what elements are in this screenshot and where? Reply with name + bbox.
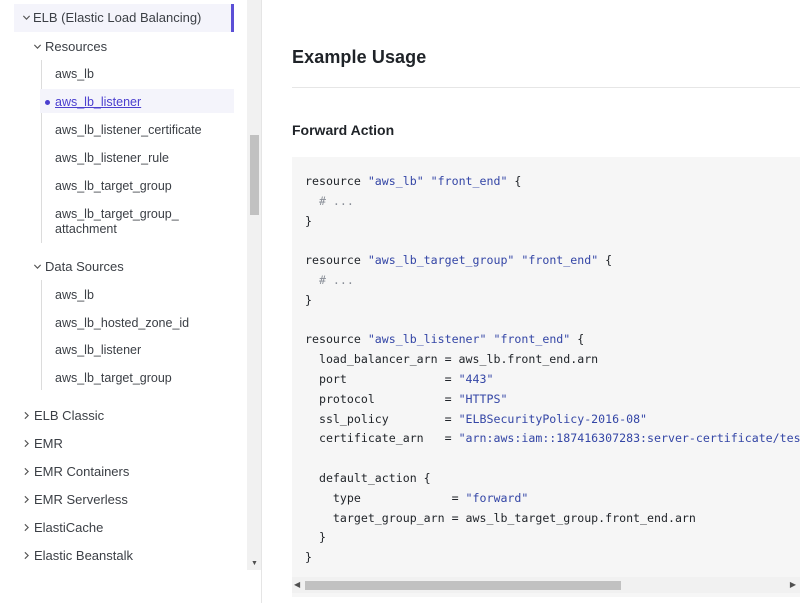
- code-line: ssl_policy = "ELBSecurityPolicy-2016-08": [305, 412, 647, 426]
- page-section-heading: Example Usage: [292, 47, 427, 67]
- code-horizontal-scrollbar[interactable]: ◀ ▶: [292, 577, 800, 593]
- code-text: }: [305, 213, 312, 228]
- code-line: }: [305, 293, 312, 307]
- code-line: resource "aws_lb" "front_end" {: [305, 174, 521, 188]
- code-text: type =: [305, 490, 466, 505]
- main-content: Example Usage Forward Action resource "a…: [262, 0, 800, 603]
- code-line: type = "forward": [305, 491, 528, 505]
- divider: [292, 87, 800, 88]
- code-text: port =: [305, 371, 459, 386]
- code-line: target_group_arn = aws_lb_target_group.f…: [305, 511, 696, 525]
- code-text: }: [305, 292, 312, 307]
- code-string: "ELBSecurityPolicy-2016-08": [458, 411, 648, 426]
- active-item-dot: [45, 100, 50, 105]
- code-comment: # ...: [305, 193, 354, 208]
- nav-section-label: EMR Containers: [34, 464, 130, 479]
- code-string: "arn:aws:iam::187416307283:server-certif…: [458, 431, 800, 446]
- nav-item-ds-aws-lb-listener[interactable]: aws_lb_listener: [55, 343, 141, 358]
- code-line: # ...: [305, 273, 354, 287]
- code-text: resource: [305, 174, 368, 188]
- code-line: resource "aws_lb_listener" "front_end" {: [305, 332, 584, 346]
- code-line: }: [305, 550, 312, 564]
- code-scrollbar-thumb[interactable]: [305, 581, 621, 590]
- code-string: "aws_lb_target_group": [367, 253, 515, 268]
- nav-item-aws-lb-target-group[interactable]: aws_lb_target_group: [55, 179, 172, 194]
- code-line: }: [305, 214, 312, 228]
- code-line: protocol = "HTTPS": [305, 392, 507, 406]
- tree-guide-line: [41, 280, 42, 390]
- code-string: "aws_lb_listener": [367, 332, 487, 347]
- code-comment: # ...: [305, 272, 354, 287]
- nav-item-aws-lb-listener[interactable]: aws_lb_listener: [55, 95, 141, 110]
- nav-item-aws-lb-listener-certificate[interactable]: aws_lb_listener_certificate: [55, 123, 202, 138]
- nav-item-aws-lb-target-group-attachment[interactable]: aws_lb_target_group_ attachment: [55, 207, 179, 237]
- code-text: }: [305, 550, 312, 565]
- nav-section-label: ELB Classic: [34, 408, 105, 423]
- code-line: resource "aws_lb_target_group" "front_en…: [305, 253, 612, 267]
- nav-item-aws-lb[interactable]: aws_lb: [55, 67, 94, 82]
- code-string: "front_end": [430, 174, 508, 188]
- chevron-right-icon: [22, 467, 32, 477]
- code-string: "HTTPS": [458, 391, 508, 406]
- nav-item-ds-aws-lb[interactable]: aws_lb: [55, 288, 94, 303]
- code-text: }: [305, 530, 326, 545]
- chevron-right-icon: [22, 439, 32, 449]
- code-string: "443": [458, 371, 494, 386]
- code-text: {: [570, 332, 585, 347]
- nav-item-ds-aws-lb-target-group[interactable]: aws_lb_target_group: [55, 371, 172, 386]
- sidebar-scrollbar[interactable]: [247, 0, 261, 570]
- nav-group-label: Data Sources: [45, 259, 124, 274]
- code-text: ssl_policy =: [305, 411, 459, 426]
- code-block[interactable]: resource "aws_lb" "front_end" { # ... } …: [292, 157, 800, 597]
- nav-section-label: ElastiCache: [34, 520, 104, 535]
- chevron-right-icon: [22, 411, 32, 421]
- nav-item-ds-aws-lb-hosted-zone-id[interactable]: aws_lb_hosted_zone_id: [55, 316, 189, 331]
- nav-section-label: EMR: [34, 436, 63, 451]
- code-text: resource: [305, 253, 368, 268]
- code-line: port = "443": [305, 371, 494, 386]
- nav-group-label: Resources: [45, 39, 108, 54]
- code-text: resource: [305, 332, 368, 347]
- code-line: certificate_arn = "arn:aws:iam::18741630…: [305, 431, 800, 445]
- nav-section-label: EMR Serverless: [34, 492, 128, 507]
- scroll-down-arrow-icon[interactable]: ▼: [251, 560, 258, 567]
- code-text: target_group_arn = aws_lb_target_group.f…: [305, 510, 696, 525]
- code-text: certificate_arn =: [305, 431, 459, 446]
- sidebar-scrollbar-thumb[interactable]: [250, 135, 259, 215]
- tree-guide-line: [41, 60, 42, 243]
- chevron-right-icon: [22, 551, 32, 561]
- nav-section-elb[interactable]: ELB (Elastic Load Balancing): [14, 4, 234, 32]
- chevron-right-icon: [22, 495, 32, 505]
- chevron-right-icon: [22, 523, 32, 533]
- code-line: default_action {: [305, 471, 431, 485]
- code-text: {: [598, 253, 613, 268]
- code-string: "forward": [465, 490, 529, 505]
- chevron-down-icon: [33, 42, 43, 52]
- code-text: load_balancer_arn = aws_lb.front_end.arn: [305, 352, 599, 367]
- sidebar-nav: ELB (Elastic Load Balancing) Resources a…: [0, 0, 262, 603]
- code-string: "front_end": [521, 253, 599, 268]
- scroll-left-arrow-icon[interactable]: ◀: [294, 580, 300, 589]
- code-line: load_balancer_arn = aws_lb.front_end.arn: [305, 352, 598, 366]
- subsection-heading: Forward Action: [292, 122, 395, 138]
- code-line: # ...: [305, 194, 354, 208]
- scroll-right-arrow-icon[interactable]: ▶: [790, 580, 796, 589]
- code-string: "front_end": [493, 332, 571, 347]
- chevron-down-icon: [22, 13, 32, 23]
- code-line: }: [305, 530, 326, 544]
- code-text: default_action {: [305, 470, 431, 485]
- code-string: "aws_lb": [367, 174, 424, 188]
- code-text: {: [507, 174, 522, 188]
- nav-section-label: Elastic Beanstalk: [34, 548, 133, 563]
- nav-item-aws-lb-listener-rule[interactable]: aws_lb_listener_rule: [55, 151, 169, 166]
- chevron-down-icon: [33, 262, 43, 272]
- nav-section-label: ELB (Elastic Load Balancing): [33, 10, 202, 25]
- code-content[interactable]: resource "aws_lb" "front_end" { # ... } …: [305, 172, 800, 568]
- code-text: protocol =: [305, 391, 459, 406]
